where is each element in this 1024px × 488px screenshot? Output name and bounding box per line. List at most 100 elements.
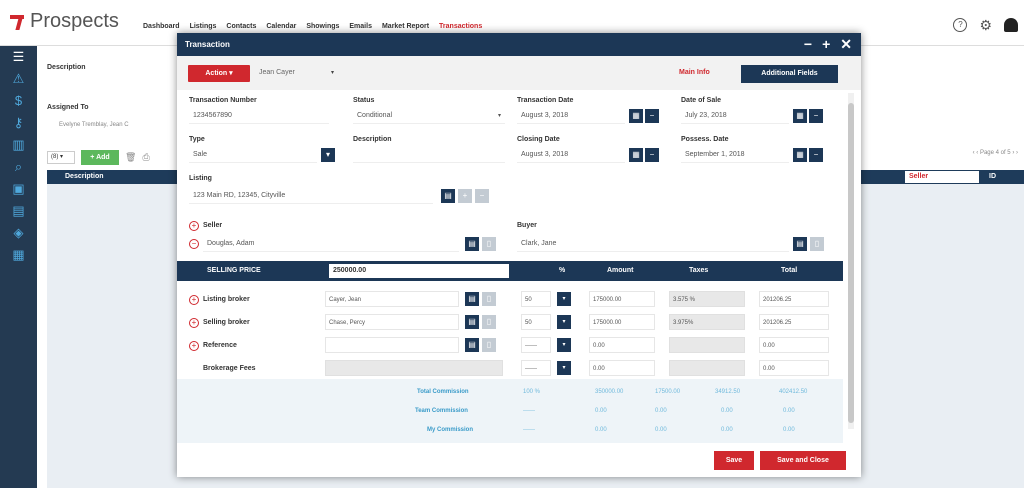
- save-button[interactable]: Save: [714, 451, 754, 470]
- close-icon[interactable]: ✕: [840, 36, 852, 53]
- buyer-input[interactable]: Clark, Jane: [517, 236, 789, 252]
- reference-open-icon[interactable]: ▤: [465, 338, 479, 352]
- bg-add-button[interactable]: + Add: [81, 150, 119, 165]
- selling-broker-add-icon[interactable]: +: [189, 318, 199, 328]
- possess-date-calendar-icon[interactable]: ▦: [793, 148, 807, 162]
- app-logo[interactable]: Prospects: [8, 10, 119, 33]
- selling-broker-amount[interactable]: 175000.00: [589, 314, 655, 330]
- listing-broker-name[interactable]: Cayer, Jean: [325, 291, 459, 307]
- nav-calendar[interactable]: Calendar: [266, 23, 296, 30]
- seller-contact-icon[interactable]: ▯: [482, 237, 496, 251]
- gear-icon[interactable]: ⚙: [979, 18, 992, 32]
- selling-broker-contact-icon[interactable]: ▯: [482, 315, 496, 329]
- nav-listings[interactable]: Listings: [190, 23, 217, 30]
- transaction-date-input[interactable]: August 3, 2018: [517, 108, 625, 124]
- menu-icon[interactable]: ☰: [0, 46, 37, 68]
- reference-contact-icon[interactable]: ▯: [482, 338, 496, 352]
- agent-select[interactable]: Jean Cayer: [259, 69, 295, 76]
- reference-name[interactable]: [325, 337, 459, 353]
- status-select[interactable]: Conditional ▾: [353, 108, 505, 124]
- seller-add-icon[interactable]: +: [189, 221, 199, 231]
- reference-add-icon[interactable]: +: [189, 341, 199, 351]
- listing-clear-icon[interactable]: −: [475, 189, 489, 203]
- help-icon[interactable]: ?: [953, 18, 968, 32]
- seller-input[interactable]: Douglas, Adam: [203, 236, 459, 252]
- listing-broker-pct-dropdown-icon[interactable]: ▾: [557, 292, 571, 306]
- maximize-icon[interactable]: +: [822, 36, 830, 53]
- listing-broker-pct[interactable]: 50: [521, 291, 551, 307]
- user-avatar-icon[interactable]: [1004, 18, 1018, 32]
- nav-market-report[interactable]: Market Report: [382, 23, 429, 30]
- nav-emails[interactable]: Emails: [349, 23, 372, 30]
- transaction-date-calendar-icon[interactable]: ▦: [629, 109, 643, 123]
- trash-icon[interactable]: 🗑: [125, 152, 136, 163]
- chart-icon[interactable]: ▥: [0, 134, 37, 156]
- listing-input[interactable]: 123 Main RD, 12345, Cityville: [189, 188, 433, 204]
- search-icon[interactable]: ⌕: [0, 156, 37, 178]
- selling-broker-pct[interactable]: 50: [521, 314, 551, 330]
- date-of-sale-calendar-icon[interactable]: ▦: [793, 109, 807, 123]
- bg-col-id[interactable]: ID: [989, 173, 996, 180]
- closing-date-clear-icon[interactable]: −: [645, 148, 659, 162]
- key-icon[interactable]: ⚷: [0, 112, 37, 134]
- possess-date-clear-icon[interactable]: −: [809, 148, 823, 162]
- nav-dashboard[interactable]: Dashboard: [143, 23, 180, 30]
- listing-broker-open-icon[interactable]: ▤: [465, 292, 479, 306]
- listing-broker-add-icon[interactable]: +: [189, 295, 199, 305]
- tab-main-info[interactable]: Main Info: [679, 69, 710, 76]
- buyer-open-icon[interactable]: ▤: [793, 237, 807, 251]
- print-icon[interactable]: ⎙: [142, 152, 149, 163]
- transaction-date-clear-icon[interactable]: −: [645, 109, 659, 123]
- calendar-icon[interactable]: ▣: [0, 178, 37, 200]
- scrollbar-thumb[interactable]: [848, 103, 854, 423]
- listing-add-icon[interactable]: +: [458, 189, 472, 203]
- pager-prev-icon[interactable]: ‹ ‹: [973, 150, 979, 156]
- type-dropdown-icon[interactable]: ▾: [321, 148, 335, 162]
- nav-transactions[interactable]: Transactions: [439, 23, 482, 30]
- date-of-sale-input[interactable]: July 23, 2018: [681, 108, 789, 124]
- nav-contacts[interactable]: Contacts: [226, 23, 256, 30]
- pager-of-label: of 5: [1000, 150, 1011, 156]
- col-taxes: Taxes: [689, 267, 709, 274]
- bg-col-description[interactable]: Description: [65, 173, 104, 180]
- pager-next-icon[interactable]: › ›: [1012, 150, 1018, 156]
- save-and-close-button[interactable]: Save and Close: [760, 451, 846, 470]
- selling-broker-open-icon[interactable]: ▤: [465, 315, 479, 329]
- dollar-icon[interactable]: $: [0, 90, 37, 112]
- selling-broker-name[interactable]: Chase, Percy: [325, 314, 459, 330]
- tag-icon[interactable]: ◈: [0, 222, 37, 244]
- reference-pct[interactable]: ------: [521, 337, 551, 353]
- seller-open-icon[interactable]: ▤: [465, 237, 479, 251]
- closing-date-calendar-icon[interactable]: ▦: [629, 148, 643, 162]
- chevron-down-icon[interactable]: ▾: [331, 69, 334, 76]
- reference-amount[interactable]: 0.00: [589, 337, 655, 353]
- brokerage-fees-pct[interactable]: ------: [521, 360, 551, 376]
- brokerage-fees-amount[interactable]: 0.00: [589, 360, 655, 376]
- minimize-icon[interactable]: −: [804, 36, 812, 53]
- selling-price-input[interactable]: 250000.00: [329, 264, 509, 278]
- listing-broker-amount[interactable]: 175000.00: [589, 291, 655, 307]
- type-input[interactable]: Sale: [189, 147, 317, 163]
- selling-broker-pct-dropdown-icon[interactable]: ▾: [557, 315, 571, 329]
- listing-broker-contact-icon[interactable]: ▯: [482, 292, 496, 306]
- contacts-icon[interactable]: ▤: [0, 200, 37, 222]
- listing-open-icon[interactable]: ▤: [441, 189, 455, 203]
- possess-date-input[interactable]: September 1, 2018: [681, 147, 789, 163]
- closing-date-input[interactable]: August 3, 2018: [517, 147, 625, 163]
- bg-page-size-select[interactable]: (8) ▾: [47, 151, 75, 164]
- warning-icon[interactable]: ⚠: [0, 68, 37, 90]
- map-icon[interactable]: ▦: [0, 244, 37, 266]
- tab-additional-fields[interactable]: Additional Fields: [741, 65, 838, 83]
- brokerage-fees-pct-dropdown-icon[interactable]: ▾: [557, 361, 571, 375]
- bg-col-seller[interactable]: Seller: [905, 171, 979, 183]
- nav-showings[interactable]: Showings: [306, 23, 339, 30]
- seller-remove-icon[interactable]: −: [189, 239, 199, 249]
- description-input[interactable]: [353, 147, 505, 163]
- reference-pct-dropdown-icon[interactable]: ▾: [557, 338, 571, 352]
- buyer-contact-icon[interactable]: ▯: [810, 237, 824, 251]
- modal-scrollbar[interactable]: [848, 93, 854, 429]
- transaction-number-input[interactable]: 1234567890: [189, 108, 329, 124]
- pager-page-value[interactable]: 4: [996, 150, 999, 156]
- date-of-sale-clear-icon[interactable]: −: [809, 109, 823, 123]
- action-button[interactable]: Action ▾: [188, 65, 250, 82]
